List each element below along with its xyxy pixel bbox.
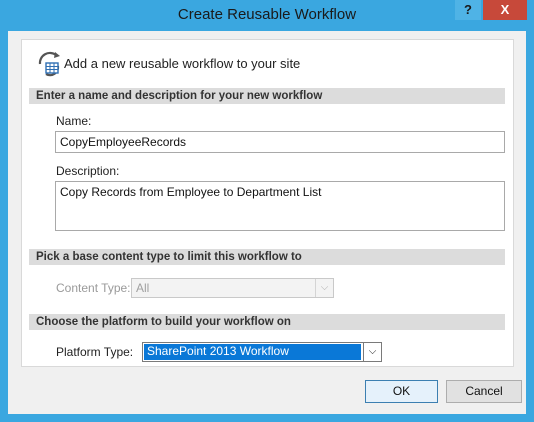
name-field[interactable]: CopyEmployeeRecords (55, 131, 505, 153)
dialog-window: Create Reusable Workflow ? X Add a new r… (0, 0, 534, 422)
content-type-value: All (136, 281, 150, 295)
close-button[interactable]: X (483, 0, 527, 20)
dialog-title: Create Reusable Workflow (177, 6, 357, 23)
content-type-dropdown[interactable]: All ⌵ (131, 278, 334, 298)
help-button[interactable]: ? (455, 0, 481, 20)
platform-type-label: Platform Type: (56, 345, 134, 359)
platform-type-dropdown[interactable]: SharePoint 2013 Workflow ⌵ (142, 342, 382, 362)
description-field[interactable]: Copy Records from Employee to Department… (55, 181, 505, 231)
header-text: Add a new reusable workflow to your site (64, 56, 301, 71)
title-bar[interactable]: Create Reusable Workflow ? X (0, 0, 534, 30)
name-section-header: Enter a name and description for your ne… (29, 88, 505, 104)
chevron-down-icon: ⌵ (315, 279, 333, 297)
name-label: Name: (56, 114, 92, 128)
content-type-label: Content Type: (56, 281, 131, 295)
ok-button[interactable]: OK (365, 380, 438, 403)
cancel-button[interactable]: Cancel (446, 380, 522, 403)
form-panel: Add a new reusable workflow to your site… (21, 39, 514, 367)
workflow-icon (38, 51, 60, 77)
description-label: Description: (56, 164, 120, 178)
platform-section-header: Choose the platform to build your workfl… (29, 314, 505, 330)
platform-type-value: SharePoint 2013 Workflow (144, 344, 361, 360)
chevron-down-icon[interactable]: ⌵ (363, 343, 381, 361)
dialog-client-area: Add a new reusable workflow to your site… (8, 31, 526, 414)
content-type-section-header: Pick a base content type to limit this w… (29, 249, 505, 265)
